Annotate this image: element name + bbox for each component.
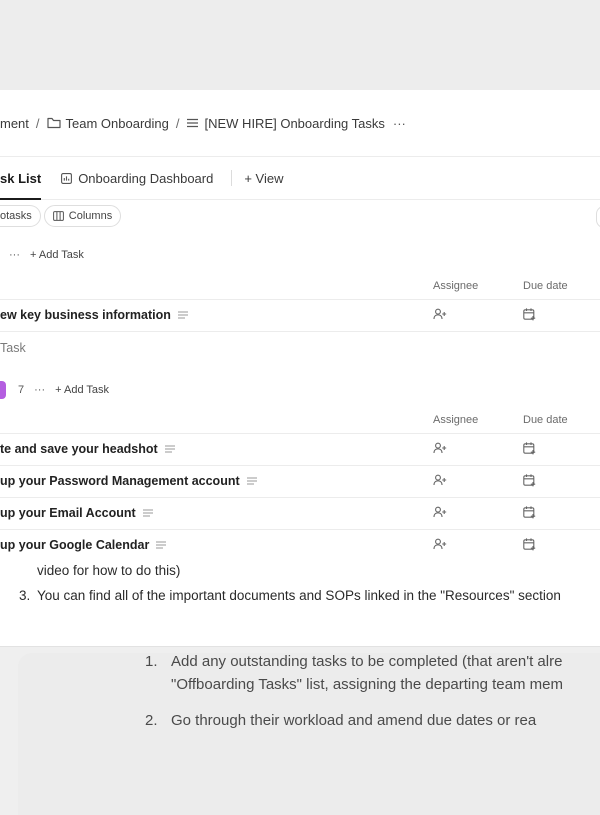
columns-label: Columns	[68, 210, 113, 222]
breadcrumb-item-onboarding-tasks[interactable]: [NEW HIRE] Onboarding Tasks	[186, 115, 385, 131]
add-assignee-icon[interactable]	[433, 506, 447, 521]
tab-divider	[231, 170, 233, 186]
doc-text-line: Add any outstanding tasks to be complete…	[171, 653, 563, 670]
doc-list-number: 2.	[145, 712, 158, 729]
tab-label: Onboarding Dashboard	[78, 170, 214, 186]
task-name[interactable]: up your Email Account	[0, 506, 153, 520]
task-title: ew key business information	[0, 308, 171, 322]
toolbar-overflow-pill[interactable]	[596, 206, 600, 228]
tab-onboarding-dashboard[interactable]: Onboarding Dashboard	[61, 157, 213, 199]
tab-label: sk List	[0, 170, 42, 186]
task-list-panel: ment / Team Onboarding / [NEW HIRE] Onbo…	[0, 90, 600, 560]
doc-list-number: 3.	[19, 588, 31, 603]
group-header: ··· + Add Task	[0, 243, 600, 267]
task-name[interactable]: up your Google Calendar	[0, 538, 167, 552]
folder-icon	[46, 117, 61, 129]
doc-list-number: 1.	[145, 653, 158, 670]
breadcrumb-item-team-onboarding[interactable]: Team Onboarding	[46, 115, 169, 131]
breadcrumb-separator: /	[175, 115, 180, 131]
status-badge[interactable]	[0, 381, 6, 399]
columns-button[interactable]: Columns	[43, 205, 122, 227]
view-tabs: sk List Onboarding Dashboard + View	[0, 157, 600, 200]
add-assignee-icon[interactable]	[433, 308, 447, 323]
group-more-icon[interactable]: ···	[9, 249, 20, 261]
due-date-column-header[interactable]: Due date	[523, 280, 568, 292]
task-title: up your Google Calendar	[0, 538, 150, 552]
add-assignee-icon[interactable]	[433, 442, 447, 457]
task-name[interactable]: te and save your headshot	[0, 442, 175, 456]
column-header-row: Assignee Due date	[0, 273, 600, 300]
group-task-count: 7	[18, 384, 25, 396]
assignee-column-header[interactable]: Assignee	[433, 414, 478, 426]
doc-text-line: video for how to do this)	[37, 563, 181, 578]
task-row[interactable]: ew key business information	[0, 300, 600, 332]
doc-text-line: Go through their workload and amend due …	[171, 712, 537, 729]
task-row[interactable]: up your Email Account	[0, 498, 600, 530]
description-icon	[246, 477, 257, 485]
column-header-row: Assignee Due date	[0, 407, 600, 434]
task-title: te and save your headshot	[0, 442, 158, 456]
assignee-column-header[interactable]: Assignee	[433, 280, 478, 292]
group-more-icon[interactable]: ···	[34, 384, 45, 396]
subtasks-filter[interactable]: otasks	[0, 205, 41, 227]
add-assignee-icon[interactable]	[433, 474, 447, 489]
breadcrumb-item-parent[interactable]: ment	[0, 116, 29, 131]
more-options-icon[interactable]: ···	[393, 116, 406, 131]
description-icon	[164, 445, 175, 453]
set-due-date-icon[interactable]	[523, 474, 536, 490]
task-row[interactable]: te and save your headshot	[0, 434, 600, 466]
task-row[interactable]: up your Google Calendar	[0, 530, 600, 560]
tab-task-list[interactable]: sk List	[0, 157, 42, 200]
breadcrumb: ment / Team Onboarding / [NEW HIRE] Onbo…	[0, 90, 600, 157]
group-add-task-button[interactable]: + Add Task	[30, 249, 84, 261]
list-toolbar: otasks Columns	[0, 203, 600, 229]
document-section: video for how to do this) 3. You can fin…	[0, 560, 600, 815]
task-name[interactable]: up your Password Management account	[0, 474, 257, 488]
set-due-date-icon[interactable]	[523, 308, 536, 324]
task-name[interactable]: ew key business information	[0, 308, 188, 322]
group-header: 7 ··· + Add Task	[0, 378, 600, 402]
doc-text-line: "Offboarding Tasks" list, assigning the …	[171, 676, 563, 693]
task-title: up your Password Management account	[0, 474, 240, 488]
breadcrumb-label: ment	[0, 115, 29, 131]
add-assignee-icon[interactable]	[433, 538, 447, 553]
description-icon	[156, 541, 167, 549]
description-icon	[142, 509, 153, 517]
group-add-task-button[interactable]: + Add Task	[55, 384, 109, 396]
breadcrumb-label: [NEW HIRE] Onboarding Tasks	[204, 115, 385, 131]
top-background	[0, 0, 600, 90]
dashboard-icon	[61, 172, 73, 184]
subtasks-label: otasks	[0, 210, 32, 222]
due-date-column-header[interactable]: Due date	[523, 414, 568, 426]
add-task-inline[interactable]: Task	[0, 341, 26, 355]
set-due-date-icon[interactable]	[523, 506, 536, 522]
doc-text-line: You can find all of the important docume…	[37, 588, 561, 603]
list-icon	[186, 118, 198, 128]
task-row[interactable]: up your Password Management account	[0, 466, 600, 498]
set-due-date-icon[interactable]	[523, 538, 536, 554]
breadcrumb-separator: /	[35, 115, 40, 131]
columns-icon	[52, 211, 64, 221]
document-page: video for how to do this) 3. You can fin…	[0, 560, 600, 647]
task-title: up your Email Account	[0, 506, 136, 520]
description-icon	[177, 311, 188, 319]
breadcrumb-label: Team Onboarding	[65, 115, 169, 131]
add-view-button[interactable]: + View	[244, 157, 283, 199]
set-due-date-icon[interactable]	[523, 442, 536, 458]
